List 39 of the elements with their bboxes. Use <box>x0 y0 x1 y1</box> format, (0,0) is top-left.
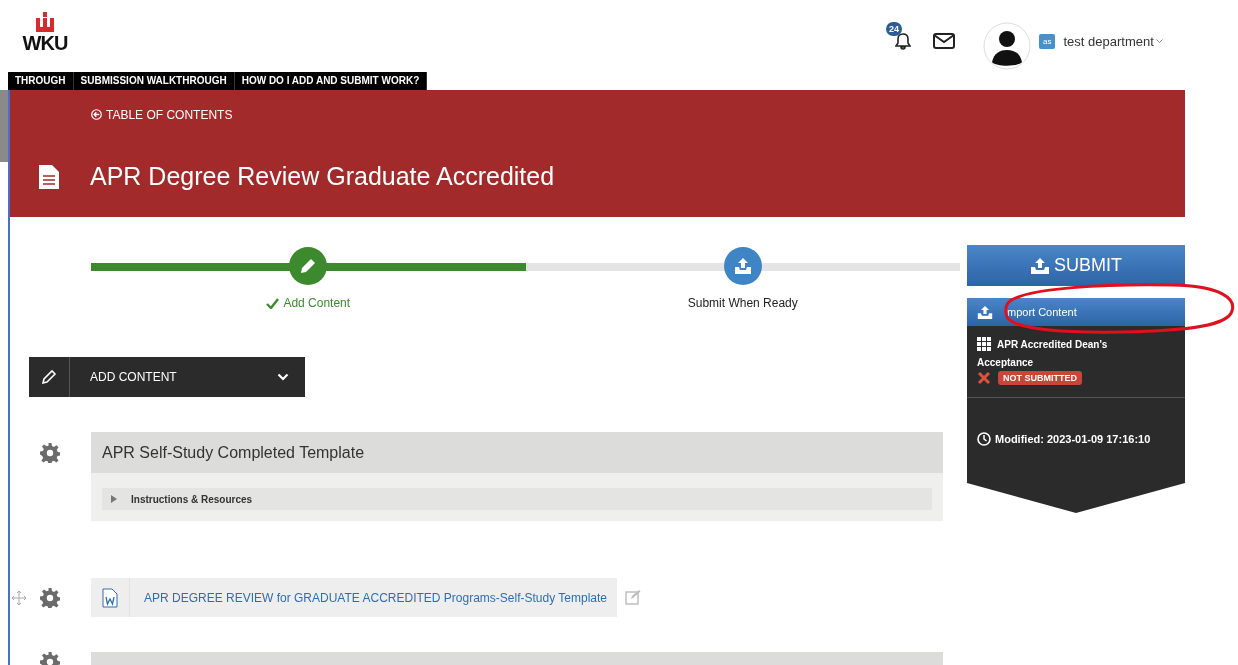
cross-icon <box>977 371 991 385</box>
avatar-icon[interactable] <box>983 22 1031 70</box>
step-label: Submit When Ready <box>687 296 798 310</box>
add-content-dropdown[interactable]: ADD CONTENT <box>29 357 305 397</box>
user-initials: as <box>1039 33 1056 49</box>
clock-icon <box>977 432 991 446</box>
word-file-icon <box>102 587 118 608</box>
import-content-button[interactable]: mport Content <box>967 298 1185 326</box>
chevron-down-icon <box>277 373 289 381</box>
move-handle-icon[interactable] <box>12 590 26 605</box>
modified-date: Modified: 2023-01-09 17:16:10 <box>995 433 1151 445</box>
requirement-title: APR Accredited Dean's <box>997 338 1108 350</box>
submit-button[interactable]: SUBMIT <box>967 245 1185 286</box>
back-arrow-icon <box>91 109 102 120</box>
bell-icon[interactable] <box>895 32 911 50</box>
upload-icon <box>977 305 993 319</box>
page-title: APR Degree Review Graduate Accredited <box>90 162 555 191</box>
back-link[interactable]: TABLE OF CONTENTS <box>91 107 233 122</box>
check-icon <box>266 297 280 309</box>
mail-icon[interactable] <box>933 33 955 49</box>
grid-icon <box>977 337 991 351</box>
expand-caret-icon <box>111 495 117 503</box>
instructions-toggle[interactable]: Instructions & Resources <box>102 488 932 510</box>
step-label: Add Content <box>266 296 351 310</box>
tower-logo-icon <box>36 12 54 32</box>
section-title: APR Self-Study Completed Template <box>91 432 943 473</box>
gear-icon[interactable] <box>40 443 60 463</box>
document-icon <box>39 164 59 189</box>
gear-icon[interactable] <box>40 587 60 608</box>
status-badge: NOT SUBMITTED <box>998 371 1082 385</box>
requirement-title: Acceptance <box>977 357 1035 368</box>
notification-badge: 24 <box>886 22 902 36</box>
user-menu[interactable]: test department <box>1063 33 1163 49</box>
upload-icon <box>1030 257 1050 274</box>
file-link[interactable]: APR DEGREE REVIEW for GRADUATE ACCREDITED Programs-Self-Study Template <box>130 590 617 605</box>
logo-text: WKU <box>22 32 68 54</box>
caret-icon <box>1155 38 1163 44</box>
pencil-icon <box>41 369 57 385</box>
scrollbar[interactable] <box>0 90 8 162</box>
